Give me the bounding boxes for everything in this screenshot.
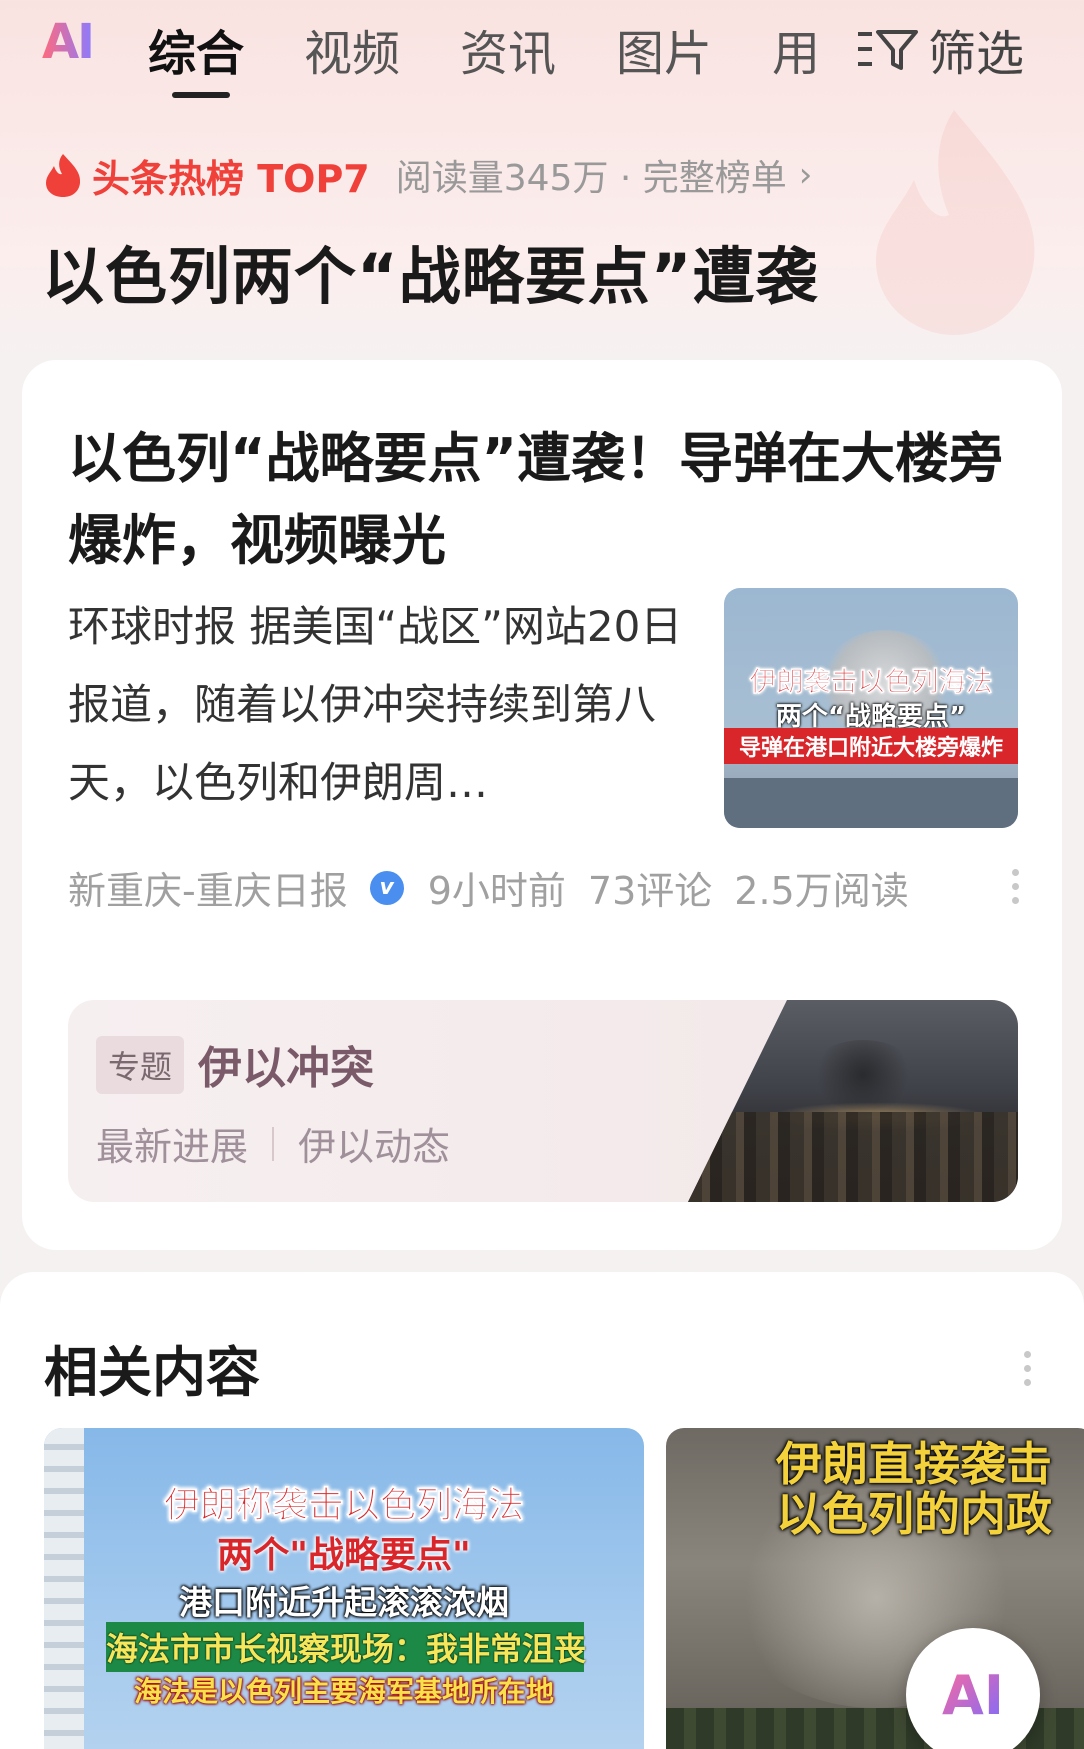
hot-list-title: 头条热榜 TOP7 [92,156,370,201]
article-thumbnail[interactable]: 伊朗袭击以色列海法 两个“战略要点” 导弹在港口附近大楼旁爆炸 [724,588,1018,828]
thumbnail-caption: 导弹在港口附近大楼旁爆炸 [724,728,1018,764]
active-tab-indicator [172,92,230,98]
article-time: 9小时前 [427,869,566,913]
topic-title[interactable]: 伊以冲突 [198,1032,374,1096]
article-comments: 73评论 [587,869,713,913]
hot-list-meta: 阅读量345万 · 完整榜单 [395,158,787,199]
topic-tag: 专题 [96,1036,185,1094]
hot-list-row[interactable]: 头条热榜 TOP7 阅读量345万 · 完整榜单 › [42,150,813,201]
video-caption: 以色列的内政 [776,1487,1052,1541]
verified-badge-icon: v [369,870,404,905]
video-caption: 伊朗称袭击以色列海法 [163,1485,525,1527]
topic-image [688,1000,1018,1202]
tab-users[interactable]: 用 [772,14,820,84]
filter-label: 筛选 [928,26,1025,82]
video-caption: 两个"战略要点" [217,1535,471,1576]
tab-video[interactable]: 视频 [304,14,400,84]
topic-link-updates[interactable]: 伊以动态 [298,1116,450,1171]
filter-button[interactable]: 筛选 [858,14,1024,84]
article-title[interactable]: 以色列“战略要点”遭袭！导弹在大楼旁爆炸，视频曝光 [68,418,1008,582]
article-card[interactable]: 以色列“战略要点”遭袭！导弹在大楼旁爆炸，视频曝光 环球时报 据美国“战区”网站… [22,360,1062,1250]
more-options-icon[interactable] [1024,1344,1034,1393]
ai-tab-logo[interactable]: AI [42,14,95,70]
related-title: 相关内容 [44,1341,260,1404]
topic-links: 最新进展 伊以动态 [96,1116,450,1171]
article-source[interactable]: 新重庆-重庆日报 [68,860,348,915]
search-tab-bar: AI 综合 视频 资讯 图片 用 筛选 [0,0,1084,110]
decorative-flame-icon [875,110,1035,335]
chevron-right-icon: › [798,155,813,195]
city-skyline [688,1112,1018,1202]
topic-card[interactable]: 专题 伊以冲突 最新进展 伊以动态 [68,1000,1018,1202]
video-caption: 海法是以色列主要海军基地所在地 [133,1675,554,1708]
tab-images[interactable]: 图片 [616,14,712,84]
divider [272,1126,275,1161]
tab-comprehensive[interactable]: 综合 [148,14,244,84]
filter-icon [858,30,918,70]
article-meta: 新重庆-重庆日报 v 9小时前 73评论 2.5万阅读 [68,860,931,915]
video-caption: 海法市市长视察现场：我非常沮丧 [106,1622,586,1672]
smoke-cloud [808,1040,918,1110]
article-reads: 2.5万阅读 [734,869,909,913]
more-options-icon[interactable] [1012,862,1022,911]
tab-news[interactable]: 资讯 [460,14,556,84]
article-excerpt: 环球时报 据美国“战区”网站20日报道，随着以伊冲突持续到第八天，以色列和伊朗周… [68,602,683,807]
thumbnail-caption: 伊朗袭击以色列海法 [749,667,993,699]
topic-link-latest[interactable]: 最新进展 [96,1116,248,1171]
hot-headline[interactable]: 以色列两个“战略要点”遭袭 [42,226,819,316]
sea-strip [724,778,1018,828]
related-video-card[interactable]: 伊朗称袭击以色列海法 两个"战略要点" 港口附近升起滚滚浓烟 海法市市长视察现场… [44,1428,644,1749]
ai-fab-label: AI [942,1663,1004,1727]
video-caption: 港口附近升起滚滚浓烟 [179,1583,509,1622]
hot-flame-icon [46,154,81,197]
